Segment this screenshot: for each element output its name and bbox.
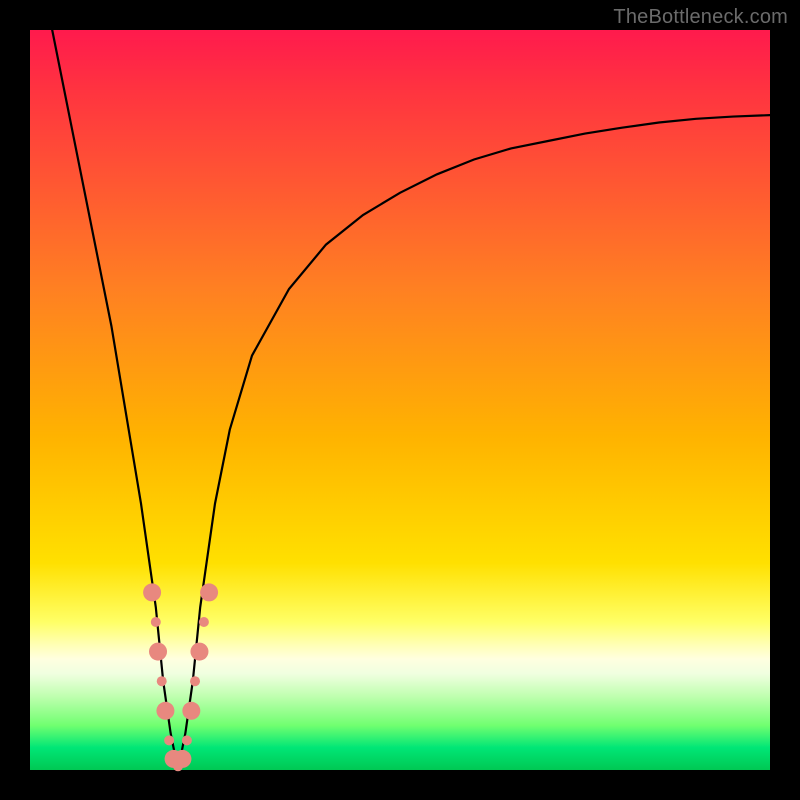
- marker-cluster: [143, 583, 218, 771]
- marker-dot: [151, 617, 161, 627]
- marker-dot: [190, 676, 200, 686]
- marker-dot: [200, 583, 218, 601]
- plot-area: [30, 30, 770, 770]
- marker-dot: [182, 735, 192, 745]
- chart-frame: TheBottleneck.com: [0, 0, 800, 800]
- marker-dot: [156, 702, 174, 720]
- marker-dot: [157, 676, 167, 686]
- marker-dot: [199, 617, 209, 627]
- marker-dot: [149, 643, 167, 661]
- watermark-text: TheBottleneck.com: [613, 6, 788, 29]
- curve-layer: [30, 30, 770, 770]
- marker-dot: [164, 735, 174, 745]
- marker-dot: [190, 643, 208, 661]
- marker-dot: [173, 750, 191, 768]
- marker-dot: [182, 702, 200, 720]
- marker-dot: [143, 583, 161, 601]
